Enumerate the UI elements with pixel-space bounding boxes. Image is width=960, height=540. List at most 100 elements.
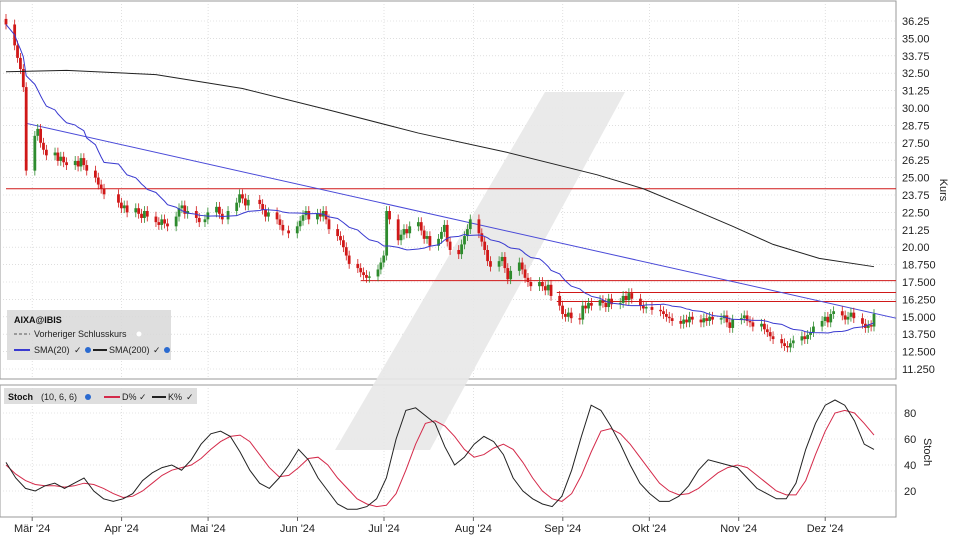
candle-body [780, 339, 784, 344]
candle-body [849, 312, 853, 317]
candle-body [365, 275, 368, 278]
candle-body [65, 162, 68, 166]
candle-body [679, 320, 683, 324]
price-y-axis: 36.25 35.00 33.75 32.50 31.25 30.00 28.75 27.50… [902, 16, 936, 376]
candle-body [16, 45, 19, 58]
gear-icon[interactable] [85, 347, 91, 353]
candle-body [682, 319, 686, 324]
candle-body [42, 142, 45, 150]
candle-body [468, 219, 472, 230]
x-tick-label: Mär '24 [14, 523, 50, 535]
candle-body [690, 316, 694, 320]
candle-body [783, 343, 787, 347]
candle-body [258, 199, 262, 205]
candle-body [203, 219, 207, 223]
stoch-y-axis: 80 60 40 20 [904, 408, 916, 498]
candle-body [382, 255, 386, 263]
candle-body [540, 282, 544, 287]
candle-body [174, 216, 178, 227]
candle-body [543, 286, 547, 291]
candle-body [76, 160, 80, 167]
candle-body [480, 233, 484, 242]
candle-body [408, 226, 412, 234]
price-tick-label: 13.750 [902, 329, 936, 341]
candle-body [119, 202, 123, 209]
candle-body [561, 305, 564, 315]
candle-body [73, 160, 77, 166]
check-icon[interactable]: ✓ [139, 392, 147, 402]
candle-body [581, 305, 585, 320]
candle-body [621, 295, 625, 303]
candle-body [520, 262, 524, 270]
gear-icon[interactable] [164, 347, 170, 353]
candle-body [763, 323, 766, 330]
candle-body [630, 293, 634, 299]
legend-symbol: AIXA@IBIS [14, 315, 62, 325]
candle-body [457, 249, 461, 255]
candle-body [604, 302, 608, 308]
candle-body [238, 194, 241, 203]
candle-body [307, 211, 311, 220]
check-icon[interactable]: ✓ [74, 345, 82, 355]
candle-body [163, 219, 167, 224]
price-tick-label: 22.50 [902, 207, 930, 219]
candle-body [477, 219, 481, 234]
price-tick-label: 33.75 [902, 51, 930, 63]
x-axis: Mär '24 Apr '24 Mai '24 Jun '24 Jul '24 Aug '… [14, 517, 844, 535]
price-tick-label: 31.25 [902, 86, 930, 98]
stoch-params: (10, 6, 6) [41, 392, 77, 402]
price-tick-label: 21.25 [902, 225, 930, 237]
candle-body [442, 224, 446, 232]
check-icon[interactable]: ✓ [153, 345, 161, 355]
candle-body [53, 152, 57, 156]
candle-body [362, 272, 365, 276]
price-tick-label: 18.750 [902, 260, 936, 272]
prev-close-dot-icon[interactable] [136, 331, 142, 337]
candle-body [425, 236, 429, 239]
candle-body [379, 262, 383, 270]
candle-body [376, 269, 380, 277]
candle-body [62, 156, 66, 163]
candle-body [217, 206, 221, 214]
candle-body [788, 343, 792, 348]
candle-body [402, 229, 406, 235]
candle-body [659, 309, 663, 312]
candle-body [79, 158, 83, 167]
candle-body [281, 224, 285, 231]
candle-body [768, 332, 772, 337]
x-tick-label: Sep '24 [544, 523, 581, 535]
candle-body [584, 305, 588, 309]
stoch-title: Stoch [8, 392, 33, 402]
candle-body [742, 315, 746, 319]
candle-body [33, 135, 37, 171]
candle-body [82, 158, 86, 166]
candle-body [806, 334, 810, 340]
price-tick-label: 16.250 [902, 294, 936, 306]
candle-body [396, 219, 400, 241]
candle-body [56, 152, 60, 161]
candle-body [385, 211, 389, 256]
x-tick-label: Jul '24 [368, 523, 399, 535]
candle-body [843, 315, 847, 320]
stoch-tick-label: 40 [904, 460, 916, 472]
candle-body [711, 316, 714, 320]
candle-body [463, 236, 466, 245]
candle-body [489, 261, 492, 267]
candle-body [160, 219, 164, 225]
candle-body [405, 229, 409, 234]
candle-body [36, 128, 40, 136]
x-tick-label: Okt '24 [632, 523, 667, 535]
stoch-tick-label: 20 [904, 486, 916, 498]
check-icon[interactable]: ✓ [186, 392, 194, 402]
candle-body [760, 323, 763, 327]
candle-body [546, 284, 550, 291]
candle-body [667, 316, 671, 319]
candle-body [869, 325, 873, 327]
candle-body [145, 211, 149, 217]
candle-body [823, 316, 827, 321]
candle-body [812, 326, 815, 333]
candle-body [506, 268, 510, 280]
gear-icon[interactable] [85, 394, 91, 400]
candle-body [241, 194, 244, 199]
price-tick-label: 35.00 [902, 33, 930, 45]
